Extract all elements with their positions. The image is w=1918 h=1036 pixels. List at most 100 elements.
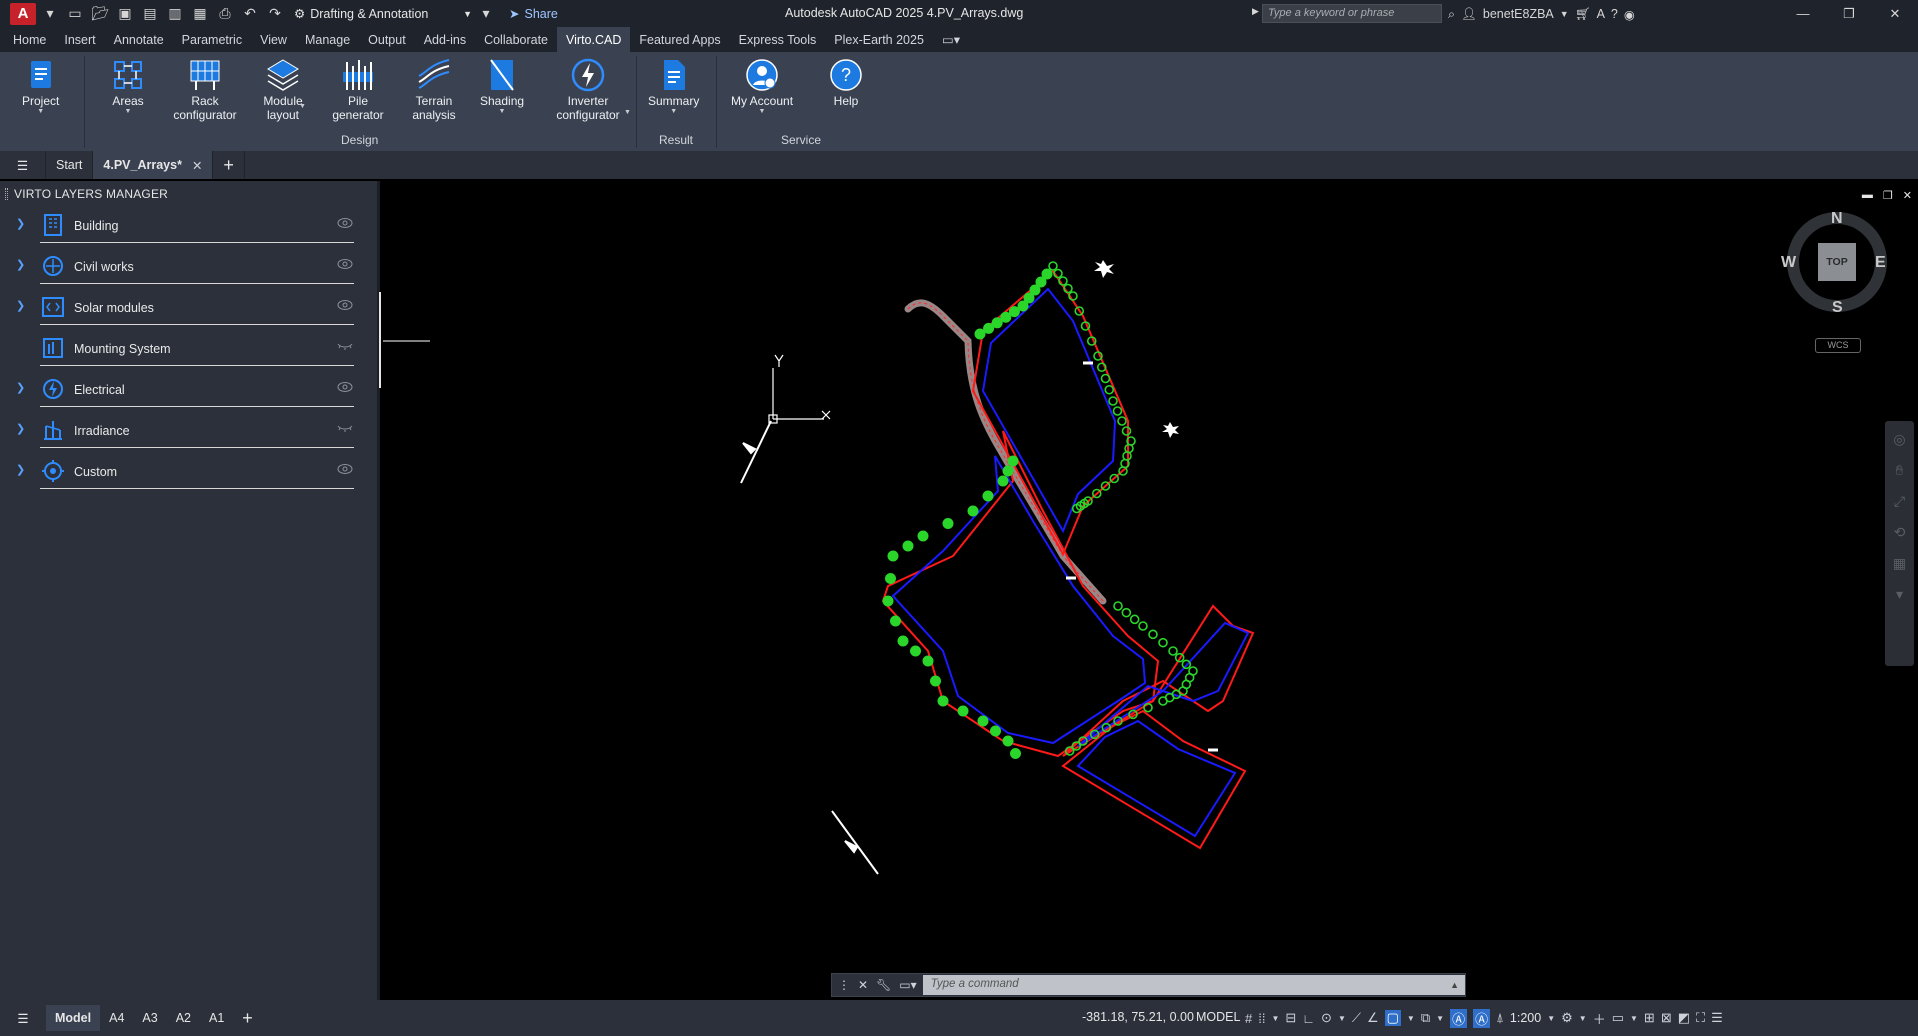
ribbon-tab-add-ins[interactable]: Add-ins <box>415 27 475 52</box>
ortho-icon[interactable]: ∟ <box>1302 1011 1315 1026</box>
layout-tab-a4[interactable]: A4 <box>100 1005 133 1031</box>
customize-statusbar-icon[interactable]: ☰ <box>1711 1010 1723 1026</box>
compass-east[interactable]: E <box>1875 254 1886 272</box>
layer-row-building[interactable]: ❯ Building <box>0 204 370 245</box>
customize-wrench-icon[interactable]: 🔧︎ <box>876 978 891 992</box>
annotation-visibility-icon[interactable]: Ⓐ <box>1450 1008 1468 1028</box>
ribbon-tab-express-tools[interactable]: Express Tools <box>730 27 826 52</box>
save-icon[interactable]: ▣ <box>114 3 136 25</box>
show-annotation-icon[interactable]: ⧉ <box>1421 1010 1430 1026</box>
help-search-input[interactable]: Type a keyword or phrase <box>1262 4 1442 23</box>
eye-icon[interactable] <box>337 257 353 271</box>
ribbon-tab-output[interactable]: Output <box>359 27 415 52</box>
panel-grip-handle[interactable] <box>5 188 8 200</box>
layout-tab-model[interactable]: Model <box>46 1005 101 1031</box>
save-as-icon[interactable]: ▤ <box>139 3 161 25</box>
ribbon-tab-featured-apps[interactable]: Featured Apps <box>630 27 729 52</box>
annotation-chevron-icon[interactable]: ▼ <box>1436 1014 1444 1023</box>
isolate-objects-icon[interactable]: ◩ <box>1678 1010 1690 1026</box>
expand-chevron-icon[interactable]: ❯ <box>16 463 25 476</box>
layer-row-mounting-system[interactable]: Mounting System <box>0 327 370 368</box>
units-icon[interactable]: ▭ <box>1612 1010 1624 1026</box>
snap-chevron-icon[interactable]: ▼ <box>1271 1014 1279 1023</box>
command-history-icon[interactable]: ▲ <box>1444 975 1465 995</box>
drawing-tab[interactable]: 4.PV_Arrays* ✕ <box>93 151 214 179</box>
scale-chevron-icon[interactable]: ▼ <box>1547 1014 1555 1023</box>
shading-button[interactable]: Shading ▼ <box>480 58 524 116</box>
viewcube-top-face[interactable]: TOP <box>1818 243 1856 281</box>
pile-generator-button[interactable]: Pile generator <box>330 58 386 122</box>
cart-icon[interactable]: 🛒︎ <box>1575 7 1591 22</box>
ribbon-tab-virto-cad[interactable]: Virto.CAD <box>557 27 631 52</box>
expand-chevron-icon[interactable]: ❯ <box>16 422 25 435</box>
grid-icon[interactable]: # <box>1245 1011 1252 1026</box>
layer-row-solar-modules[interactable]: ❯ Solar modules <box>0 286 370 327</box>
orbit-icon[interactable]: ⟲ <box>1894 524 1906 541</box>
lock-ui-icon[interactable]: ⊠ <box>1661 1010 1672 1026</box>
expand-chevron-icon[interactable]: ❯ <box>16 299 25 312</box>
expand-chevron-icon[interactable]: ❯ <box>16 217 25 230</box>
pan-hand-icon[interactable]: ✋︎ <box>1896 462 1904 479</box>
module-layout-button[interactable]: Module layout <box>258 58 308 122</box>
layer-row-electrical[interactable]: ❯ Electrical <box>0 368 370 409</box>
ribbon-display-toggle-icon[interactable]: ▭▾ <box>933 27 969 52</box>
layout-tab-a2[interactable]: A2 <box>167 1005 200 1031</box>
search-expand-icon[interactable]: ▶ <box>1252 6 1259 17</box>
annotation-scale[interactable]: 1:200 <box>1510 1011 1541 1025</box>
command-input[interactable]: Type a command <box>922 975 1445 995</box>
compass-west[interactable]: W <box>1781 254 1796 272</box>
eye-icon[interactable] <box>337 298 353 312</box>
undo-icon[interactable]: ↶ <box>239 3 261 25</box>
eye-closed-icon[interactable] <box>337 421 353 435</box>
ribbon-tab-annotate[interactable]: Annotate <box>105 27 173 52</box>
compass-south[interactable]: S <box>1832 299 1843 317</box>
user-menu-chevron-icon[interactable]: ▼ <box>1560 9 1569 19</box>
nav-options-icon[interactable]: ▾ <box>1896 586 1903 603</box>
eye-icon[interactable] <box>337 462 353 476</box>
eye-icon[interactable] <box>337 216 353 230</box>
eye-icon[interactable] <box>337 380 353 394</box>
ucs-menu-button[interactable]: WCS <box>1815 338 1861 353</box>
layer-row-civil-works[interactable]: ❯ Civil works <box>0 245 370 286</box>
autoscale-icon[interactable]: Ⓐ <box>1473 1008 1491 1028</box>
publish-icon[interactable]: ▦ <box>189 3 211 25</box>
osnap-track-icon[interactable]: ∠ <box>1367 1010 1379 1026</box>
navigation-bar[interactable]: ◎ ✋︎ ⤢ ⟲ ▦ ▾ <box>1885 421 1914 666</box>
inverter-configurator-button[interactable]: Inverter configurator <box>552 58 624 122</box>
new-tab-plus-icon[interactable]: + <box>213 151 245 179</box>
quick-properties-icon[interactable]: ⊞ <box>1644 1010 1655 1026</box>
hamburger-menu-icon[interactable]: ☰ <box>0 151 46 179</box>
customize-qat-icon[interactable]: ▾ <box>475 3 497 25</box>
isodraft-icon[interactable]: ⟋ <box>1352 1010 1361 1026</box>
layer-row-irradiance[interactable]: ❯ Irradiance <box>0 409 370 450</box>
ribbon-tab-plex-earth-2025[interactable]: Plex-Earth 2025 <box>825 27 933 52</box>
ribbon-tab-view[interactable]: View <box>251 27 296 52</box>
workspace-gear-icon[interactable]: ⚙ <box>1561 1010 1573 1026</box>
viewcube[interactable]: TOP N S E W WCS <box>1781 210 1889 360</box>
osnap-icon[interactable]: ▢ <box>1384 1010 1401 1026</box>
model-space-toggle[interactable]: MODEL <box>1196 1010 1240 1024</box>
search-icon[interactable]: ⌕ <box>1448 7 1455 22</box>
areas-button[interactable]: Areas ▼ <box>111 58 145 116</box>
cursor-coordinates[interactable]: -381.18, 75.21, 0.00 <box>1082 1010 1194 1024</box>
ribbon-tab-insert[interactable]: Insert <box>55 27 104 52</box>
close-command-line-icon[interactable]: ✕ <box>858 978 868 992</box>
recent-commands-icon[interactable]: ▭▾ <box>899 978 916 992</box>
compass-north[interactable]: N <box>1831 210 1843 228</box>
autodesk-account-icon[interactable]: A <box>1597 7 1605 21</box>
new-file-icon[interactable]: ▭ <box>64 3 86 25</box>
grip-icon[interactable]: ⋮ <box>838 978 850 992</box>
start-tab[interactable]: Start <box>46 151 94 179</box>
plot-icon[interactable]: ⎙ <box>214 3 236 25</box>
restore-icon[interactable]: ❐ <box>1826 0 1872 27</box>
polar-icon[interactable]: ⊙ <box>1321 1010 1332 1026</box>
user-icon[interactable]: 👤︎ <box>1461 7 1477 22</box>
feedback-icon[interactable]: ◉ <box>1624 7 1635 22</box>
help-icon[interactable]: ? <box>1611 7 1618 21</box>
polar-chevron-icon[interactable]: ▼ <box>1338 1014 1346 1023</box>
workspace-chevron-icon[interactable]: ▼ <box>1579 1014 1587 1023</box>
ribbon-tab-home[interactable]: Home <box>4 27 55 52</box>
osnap-chevron-icon[interactable]: ▼ <box>1407 1014 1415 1023</box>
layout-tab-a1[interactable]: A1 <box>200 1005 233 1031</box>
layer-row-custom[interactable]: ❯ Custom <box>0 450 370 491</box>
